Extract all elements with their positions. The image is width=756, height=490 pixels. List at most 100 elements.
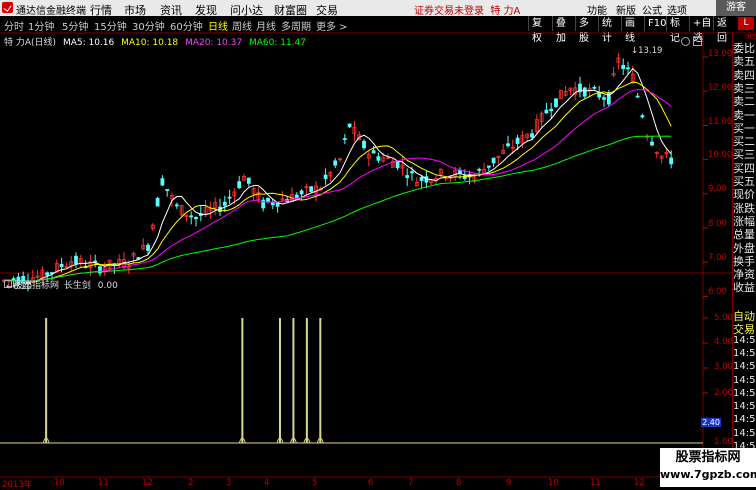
period-60min[interactable]: 60分钟 [170,18,203,33]
candle-body [246,177,251,184]
price-tick: 10.00 [708,150,733,160]
title-bar: 通达信金融终端 行情 市场 资讯 发现 问小达 财富圈 交易 证券交易未登录 特… [0,0,756,17]
ind-tick: 4.00 [714,337,733,347]
maximize-icon[interactable] [693,37,702,46]
main-legend: 特 力A(日线) MA5: 10.16 MA10: 10.18 MA20: 10… [4,35,306,48]
ind-tick: 5.00 [714,313,733,323]
candle-body [160,178,165,186]
candle-body [323,174,328,180]
indicator-cursor-badge: 2.40 [701,418,721,427]
login-status[interactable]: 证券交易未登录 特 力A [414,2,520,17]
multistock-button[interactable]: 多股 [575,16,598,44]
ind-tick: 3.00 [714,362,733,372]
f10-button[interactable]: F10 [644,16,666,31]
mark-button[interactable]: 标记 [666,16,689,44]
candle-body [506,143,510,147]
candle-body [347,123,352,128]
candle-body [458,169,462,174]
price-tick: 12.00 [708,83,733,93]
candle-body [530,133,534,138]
period-monthly[interactable]: 月线 [256,18,276,33]
period-weekly[interactable]: 周线 [232,18,252,33]
candle-body [155,197,160,207]
price-tick: 13.00 [708,49,733,59]
candle-body [650,141,654,146]
candle-body [59,263,64,268]
candle-body [419,177,424,181]
candle-body [669,157,674,165]
back-button[interactable]: 返回 [713,16,736,44]
side-trade-label: 14:5 [733,387,756,399]
price-tick: 9.00 [708,184,727,194]
side-trade-label: 14:5 [733,427,756,439]
candle-body [294,194,299,199]
candle-body [544,109,549,114]
candle-body [333,160,338,166]
candle-body [74,255,78,265]
candle-body [486,165,491,168]
menu-function[interactable]: 功能 [587,2,607,17]
add-favorite-button[interactable]: +自选 [689,16,713,44]
candle-body [395,161,400,169]
menu-options[interactable]: 选项 [667,2,687,17]
price-tick: 6.00 [708,287,727,297]
side-trade-label: 14:5 [733,361,756,373]
candle-body [342,138,347,140]
price-tick: 11.00 [708,117,733,127]
side-trade-label: 14:5 [733,334,756,346]
candle-body [362,140,366,149]
watermark: 股票指标网 www.7gpzb.com [660,448,756,487]
stats-button[interactable]: 统计 [598,16,621,44]
legend-ma60: MA60: 11.47 [248,38,307,48]
candle-body [515,137,520,144]
period-multi[interactable]: 多周期 [281,18,311,33]
indicator-value: 0.00 [97,281,118,291]
candle-body [621,64,626,69]
candle-body [194,217,198,220]
candle-body [549,108,554,112]
candle-body [592,86,597,89]
period-30min[interactable]: 30分钟 [132,18,165,33]
legend-ma5: MA5: 10.16 [62,38,115,48]
draw-button[interactable]: 画线 [621,16,644,44]
period-1min[interactable]: 1分钟 [28,18,54,33]
period-5min[interactable]: 5分钟 [62,18,88,33]
ind-tick: 1.00 [714,437,733,447]
period-15min[interactable]: 15分钟 [94,18,127,33]
candle-body [146,244,150,251]
side-trade-label: 14:5 [733,414,756,426]
ma5-line [3,67,672,283]
menu-newver[interactable]: 新版 [616,2,636,17]
side-trade-label: 14:5 [733,347,756,359]
candle-body [405,175,410,178]
period-toolbar: 分时 1分钟 5分钟 15分钟 30分钟 60分钟 日线 周线 月线 多周期 更… [0,16,756,44]
period-daily[interactable]: 日线 [208,18,228,33]
guest-button[interactable]: 游客 [716,0,756,16]
ma10-line [3,81,672,283]
kline-chart[interactable] [0,33,733,478]
side-trade-label: 14:5 [733,374,756,386]
candle-body [410,171,414,174]
side-label: 收益 [733,281,755,295]
legend-ma20: MA20: 10.37 [185,38,243,48]
candle-body [189,215,194,218]
legend-stock: 特 力A [4,38,32,48]
overlay-button[interactable]: 叠加 [552,16,575,44]
menu-formula[interactable]: 公式 [642,2,662,17]
price-tick: 8.00 [708,219,727,229]
candle-body [309,186,314,192]
candle-body [635,95,640,98]
period-tick[interactable]: 分时 [4,18,24,33]
ind-tick: 2.00 [714,388,733,398]
settings-circle-icon[interactable] [681,37,690,46]
candle-body [222,201,227,206]
ma60-line [3,135,672,283]
period-more[interactable]: 更多 > [316,18,348,33]
candle-body [93,260,98,263]
x-tick: 2013年 [2,480,33,490]
low-price-label: ←6.20 [6,282,33,292]
adjust-button[interactable]: 复权 [528,16,552,44]
candle-body [554,98,558,107]
side-toggle[interactable]: L [738,17,754,30]
candle-body [371,150,376,154]
